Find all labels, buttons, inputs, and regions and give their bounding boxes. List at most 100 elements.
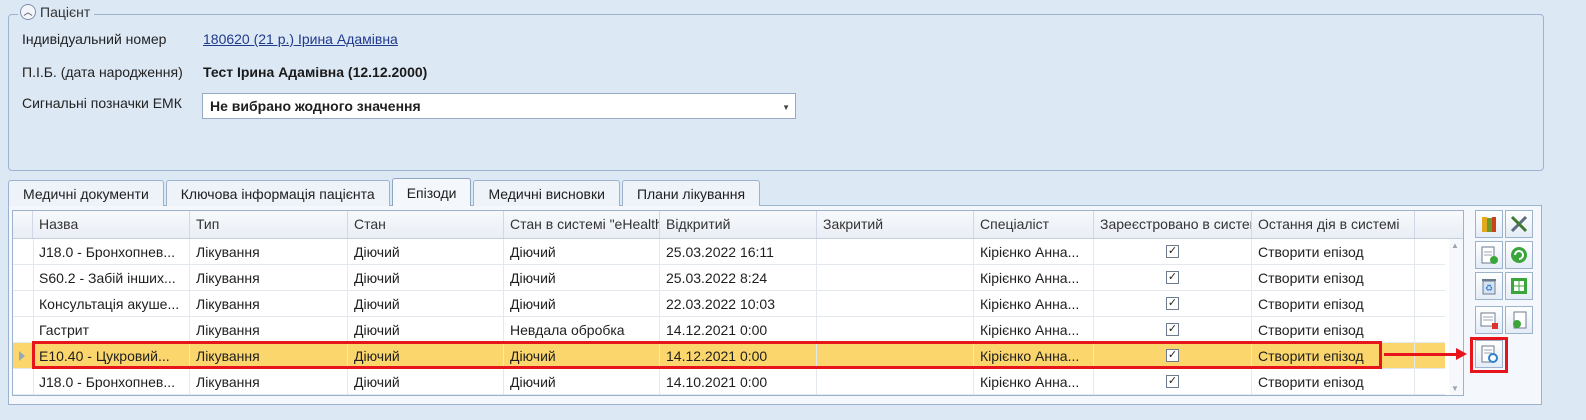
registered-checkbox[interactable]: ✓	[1166, 349, 1179, 362]
tab-medical-conclusions[interactable]: Медичні висновки	[473, 180, 620, 206]
cell-last-action: Створити епізод	[1252, 265, 1415, 291]
cell-registered: ✓	[1094, 343, 1252, 369]
cell-last-action: Створити епізод	[1252, 291, 1415, 317]
column-header-name[interactable]: Назва	[33, 211, 190, 238]
cell-ehealth-state: Діючий	[504, 239, 660, 265]
registered-checkbox[interactable]: ✓	[1166, 297, 1179, 310]
cell-specialist: Кірієнко Анна...	[974, 291, 1094, 317]
column-header-registered[interactable]: Зареєстровано в системі	[1094, 211, 1252, 238]
new-document-button[interactable]	[1475, 241, 1503, 269]
table-row[interactable]: Консультація акуше... Лікування Діючий Діюч…	[13, 291, 1445, 317]
cell-name: E10.40 - Цукровий...	[33, 343, 190, 369]
row-indicator[interactable]	[13, 239, 34, 265]
column-header-ehealth-state[interactable]: Стан в системі "eHealth"	[504, 211, 660, 238]
row-indicator[interactable]	[13, 369, 34, 395]
table-row[interactable]: S60.2 - Забій інших... Лікування Діючий Дію…	[13, 265, 1445, 291]
emk-select[interactable]: Не вибрано жодного значення ▼	[202, 93, 796, 119]
cell-state: Діючий	[348, 343, 504, 369]
cell-closed	[817, 317, 974, 343]
cell-type: Лікування	[190, 317, 348, 343]
green-refresh-button[interactable]	[1505, 241, 1533, 269]
cell-closed	[817, 369, 974, 395]
episodes-grid: Назва Тип Стан Стан в системі "eHealth" …	[12, 210, 1464, 396]
column-header-last-action[interactable]: Остання дія в системі	[1252, 211, 1415, 238]
table-row[interactable]: Гастрит Лікування Діючий Невдала обробка 14.…	[13, 317, 1445, 343]
cell-registered: ✓	[1094, 369, 1252, 395]
recycle-bin-button[interactable]: ♻	[1475, 272, 1503, 300]
table-row[interactable]: J18.0 - Бронхопнев... Лікування Діючий Діюч…	[13, 239, 1445, 265]
cell-type: Лікування	[190, 239, 348, 265]
table-row[interactable]: E10.40 - Цукровий... Лікування Діючий Діючи…	[13, 343, 1445, 369]
document-delete-icon	[1478, 309, 1500, 334]
registered-checkbox[interactable]: ✓	[1166, 375, 1179, 388]
cell-type: Лікування	[190, 291, 348, 317]
tools-button[interactable]	[1505, 210, 1533, 238]
cell-state: Діючий	[348, 317, 504, 343]
patient-group-legend: ︿ Пацієнт	[18, 4, 95, 20]
cell-name: Гастрит	[33, 317, 190, 343]
column-header-closed[interactable]: Закритий	[817, 211, 974, 238]
chevron-down-icon[interactable]: ▼	[782, 103, 790, 112]
registered-checkbox[interactable]: ✓	[1166, 271, 1179, 284]
row-indicator[interactable]	[13, 291, 34, 317]
row-indicator[interactable]	[13, 343, 34, 369]
cell-specialist: Кірієнко Анна...	[974, 239, 1094, 265]
emk-select-value: Не вибрано жодного значення	[210, 98, 421, 114]
cell-opened: 14.10.2021 0:00	[660, 369, 817, 395]
patient-group-title: Пацієнт	[40, 4, 91, 20]
cell-opened: 14.12.2021 0:00	[660, 343, 817, 369]
cell-opened: 25.03.2022 16:11	[660, 239, 817, 265]
name-label: П.І.Б. (дата народження)	[22, 64, 183, 80]
current-row-icon	[19, 351, 25, 361]
cell-state: Діючий	[348, 265, 504, 291]
cell-type: Лікування	[190, 369, 348, 395]
scroll-up-icon[interactable]: ▲	[1451, 241, 1459, 250]
document-delete-button[interactable]	[1475, 306, 1503, 334]
cell-name: J18.0 - Бронхопнев...	[33, 369, 190, 395]
document-refresh-button[interactable]	[1475, 340, 1503, 368]
document-refresh-icon	[1478, 343, 1500, 368]
column-header-state[interactable]: Стан	[348, 211, 504, 238]
cell-closed	[817, 343, 974, 369]
cell-name: J18.0 - Бронхопнев...	[33, 239, 190, 265]
cell-specialist: Кірієнко Анна...	[974, 265, 1094, 291]
green-refresh-icon	[1508, 244, 1530, 269]
tab-treatment-plans[interactable]: Плани лікування	[621, 180, 761, 206]
tab-key-info[interactable]: Ключова інформація пацієнта	[165, 180, 390, 206]
registered-checkbox[interactable]: ✓	[1166, 323, 1179, 336]
grid-header: Назва Тип Стан Стан в системі "eHealth" …	[13, 211, 1463, 239]
cell-closed	[817, 239, 974, 265]
book-button[interactable]	[1475, 210, 1503, 238]
cell-specialist: Кірієнко Анна...	[974, 317, 1094, 343]
svg-text:♻: ♻	[1485, 283, 1493, 293]
id-value-link[interactable]: 180620 (21 р.) Ірина Адамівна	[203, 31, 398, 47]
recycle-bin-icon: ♻	[1478, 275, 1500, 300]
column-header-opened[interactable]: Відкритий	[660, 211, 817, 238]
tab-bar: Медичні документи Ключова інформація пац…	[8, 178, 762, 206]
tab-medical-documents[interactable]: Медичні документи	[8, 180, 164, 206]
table-row[interactable]: J18.0 - Бронхопнев... Лікування Діючий Діюч…	[13, 369, 1445, 395]
cell-registered: ✓	[1094, 317, 1252, 343]
tab-episodes[interactable]: Епізоди	[391, 178, 472, 206]
green-grid-button[interactable]	[1505, 272, 1533, 300]
cell-specialist: Кірієнко Анна...	[974, 343, 1094, 369]
annotation-arrow-line	[1384, 353, 1458, 356]
cell-last-action: Створити епізод	[1252, 343, 1415, 369]
column-header-type[interactable]: Тип	[190, 211, 348, 238]
collapse-icon[interactable]: ︿	[20, 4, 36, 20]
cell-registered: ✓	[1094, 291, 1252, 317]
book-icon	[1478, 213, 1500, 238]
header-indicator	[13, 211, 33, 238]
row-indicator[interactable]	[13, 317, 34, 343]
emk-label: Сигнальні позначки ЕМК	[22, 95, 182, 111]
cell-opened: 14.12.2021 0:00	[660, 317, 817, 343]
new-document-icon	[1478, 244, 1500, 269]
scroll-down-icon[interactable]: ▼	[1451, 384, 1459, 393]
row-indicator[interactable]	[13, 265, 34, 291]
registered-checkbox[interactable]: ✓	[1166, 245, 1179, 258]
document-export-button[interactable]	[1505, 306, 1533, 334]
vertical-scrollbar[interactable]: ▲ ▼	[1449, 239, 1463, 395]
cell-ehealth-state: Діючий	[504, 343, 660, 369]
column-header-specialist[interactable]: Спеціаліст	[974, 211, 1094, 238]
cell-last-action: Створити епізод	[1252, 239, 1415, 265]
